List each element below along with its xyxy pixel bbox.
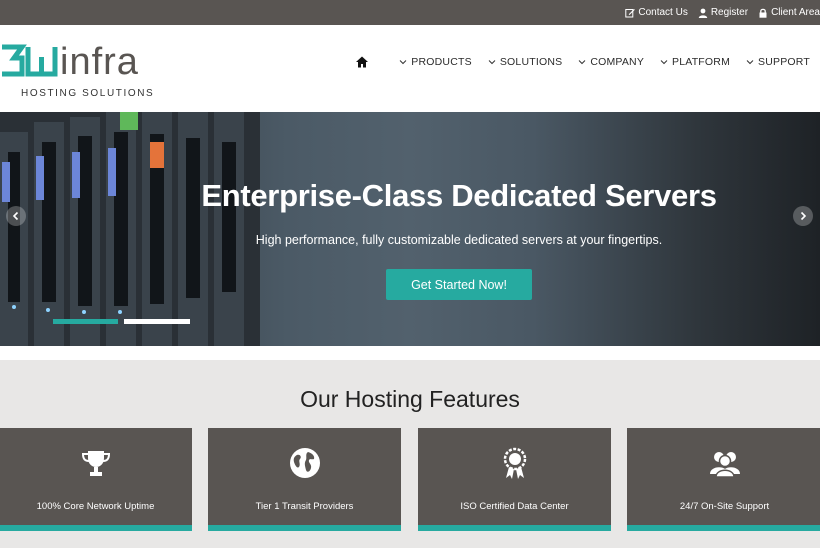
nav-solutions-label: SOLUTIONS bbox=[499, 56, 563, 68]
top-utility-bar: Contact Us Register Client Area bbox=[0, 0, 820, 25]
section-divider bbox=[0, 346, 820, 360]
nav-company[interactable]: COMPANY bbox=[578, 56, 644, 68]
feature-label: 100% Core Network Uptime bbox=[36, 501, 155, 512]
features-title: Our Hosting Features bbox=[300, 386, 520, 412]
trophy-icon bbox=[0, 446, 192, 480]
user-icon bbox=[698, 8, 708, 18]
feature-card-uptime[interactable]: 100% Core Network Uptime bbox=[0, 428, 192, 531]
hero-slider: Enterprise-Class Dedicated Servers High … bbox=[0, 112, 820, 346]
edit-icon bbox=[625, 8, 636, 18]
nav-platform[interactable]: PLATFORM bbox=[660, 56, 730, 68]
client-area-link[interactable]: Client Area bbox=[758, 7, 820, 18]
feature-card-transit[interactable]: Tier 1 Transit Providers bbox=[208, 428, 401, 531]
hero-subtitle: High performance, fully customizable ded… bbox=[255, 233, 663, 247]
slider-dot-2[interactable] bbox=[124, 319, 190, 324]
award-ribbon-icon bbox=[418, 446, 611, 480]
nav-platform-label: PLATFORM bbox=[672, 56, 731, 68]
site-header: infra HOSTING SOLUTIONS PRODUCTS SOLUTIO… bbox=[0, 25, 820, 112]
lock-icon bbox=[758, 8, 768, 18]
feature-label: Tier 1 Transit Providers bbox=[255, 501, 354, 512]
register-link[interactable]: Register bbox=[698, 7, 748, 18]
nav-products-label: PRODUCTS bbox=[411, 56, 472, 68]
chevron-down-icon bbox=[488, 58, 496, 66]
users-icon bbox=[627, 446, 820, 480]
register-label: Register bbox=[710, 7, 749, 18]
logo[interactable]: infra HOSTING SOLUTIONS bbox=[0, 41, 170, 101]
chevron-down-icon bbox=[660, 58, 668, 66]
globe-icon bbox=[208, 446, 401, 480]
feature-label: 24/7 On-Site Support bbox=[679, 501, 770, 512]
main-nav: PRODUCTS SOLUTIONS COMPANY PLATFORM SUPP… bbox=[355, 53, 810, 71]
chevron-down-icon bbox=[746, 58, 754, 66]
feature-card-iso[interactable]: ISO Certified Data Center bbox=[418, 428, 611, 531]
contact-us-label: Contact Us bbox=[638, 7, 688, 18]
feature-label: ISO Certified Data Center bbox=[460, 501, 569, 512]
slider-dot-1[interactable] bbox=[53, 319, 118, 324]
feature-card-support[interactable]: 24/7 On-Site Support bbox=[627, 428, 820, 531]
logo-mark: infra bbox=[2, 41, 139, 81]
nav-solutions[interactable]: SOLUTIONS bbox=[488, 56, 562, 68]
home-icon[interactable] bbox=[355, 55, 369, 69]
features-section: Our Hosting Features 100% Core Network U… bbox=[0, 360, 820, 548]
server-rack-image bbox=[0, 112, 260, 346]
nav-support-label: SUPPORT bbox=[758, 56, 810, 68]
hero-title: Enterprise-Class Dedicated Servers bbox=[201, 178, 717, 213]
chevron-down-icon bbox=[399, 58, 407, 66]
nav-support[interactable]: SUPPORT bbox=[746, 56, 810, 68]
top-links: Contact Us Register Client Area bbox=[615, 0, 820, 25]
logo-tagline: HOSTING SOLUTIONS bbox=[21, 88, 155, 99]
get-started-button[interactable]: Get Started Now! bbox=[386, 269, 532, 300]
contact-us-link[interactable]: Contact Us bbox=[625, 7, 688, 18]
svg-text:infra: infra bbox=[60, 41, 139, 81]
client-area-label: Client Area bbox=[771, 7, 820, 18]
nav-products[interactable]: PRODUCTS bbox=[399, 56, 472, 68]
nav-company-label: COMPANY bbox=[590, 56, 645, 68]
chevron-down-icon bbox=[578, 58, 586, 66]
